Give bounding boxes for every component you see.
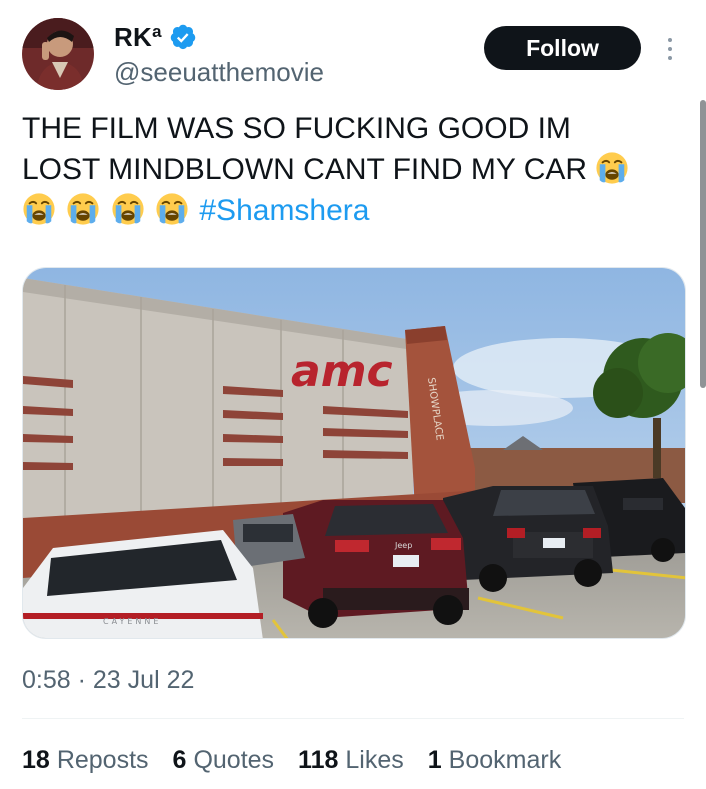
avatar-image (22, 18, 94, 90)
loudly-crying-face-icon (111, 192, 145, 226)
stat-value: 118 (298, 746, 339, 774)
stat-label: Quotes (193, 746, 275, 774)
more-dot (668, 47, 672, 51)
user-handle[interactable]: @seeuatthemovie (114, 57, 454, 88)
loudly-crying-face-icon (22, 192, 56, 226)
loudly-crying-face-icon (66, 192, 100, 226)
more-options-icon[interactable] (658, 32, 682, 66)
tweet-time: 0:58 (22, 666, 71, 694)
tweet-text-line-1: THE FILM WAS SO FUCKING GOOD IM (22, 112, 571, 145)
loudly-crying-face-icon (155, 192, 189, 226)
author-info: RKª @seeuatthemovie (114, 20, 454, 88)
black-crossover (443, 486, 613, 592)
divider (22, 718, 684, 719)
tweet-photo[interactable]: amc SHOWPLACE Jeep CAYENNE (22, 267, 686, 639)
tweet-date: 23 Jul 22 (92, 666, 195, 694)
tweet-text-line-2: LOST MINDBLOWN CANT FIND MY CAR (22, 153, 588, 186)
engagement-stats: 18 Reposts 6 Quotes 118 Likes 1 Bookmark (22, 746, 561, 775)
maroon-jeep: Jeep (283, 500, 469, 628)
tweet-header: RKª @seeuatthemovie Follow (22, 18, 682, 92)
tweet: RKª @seeuatthemovie Follow THE FILM WAS … (0, 0, 706, 789)
more-dot (668, 56, 672, 60)
stat-label: Reposts (56, 746, 149, 774)
display-name[interactable]: RKª (114, 22, 162, 53)
follow-button[interactable]: Follow (484, 26, 641, 70)
porsche-badge: CAYENNE (103, 617, 161, 626)
stat-label: Likes (345, 746, 404, 774)
loudly-crying-face-icon (595, 151, 629, 185)
avatar[interactable] (22, 18, 94, 90)
amc-sign: amc (291, 346, 393, 397)
stat-label: Bookmark (448, 746, 562, 774)
page-scrollbar[interactable] (700, 100, 706, 388)
jeep-badge: Jeep (394, 541, 412, 550)
likes-count[interactable]: 118 Likes (298, 746, 404, 775)
more-dot (668, 38, 672, 42)
stat-value: 1 (427, 746, 442, 774)
stat-value: 6 (172, 746, 187, 774)
tweet-timestamp[interactable]: 0:58 · 23 Jul 22 (22, 666, 194, 695)
verified-badge-icon (169, 23, 197, 51)
quotes-count[interactable]: 6 Quotes (173, 746, 275, 775)
amc-theater-photo: amc SHOWPLACE Jeep CAYENNE (23, 268, 685, 638)
timestamp-separator: · (77, 666, 86, 694)
reposts-count[interactable]: 18 Reposts (22, 746, 149, 775)
stat-value: 18 (22, 746, 50, 774)
hashtag-link[interactable]: #Shamshera (199, 194, 369, 227)
display-name-row: RKª (114, 20, 454, 54)
tweet-text: THE FILM WAS SO FUCKING GOOD IM LOST MIN… (22, 108, 686, 231)
bookmarks-count[interactable]: 1 Bookmark (428, 746, 561, 775)
